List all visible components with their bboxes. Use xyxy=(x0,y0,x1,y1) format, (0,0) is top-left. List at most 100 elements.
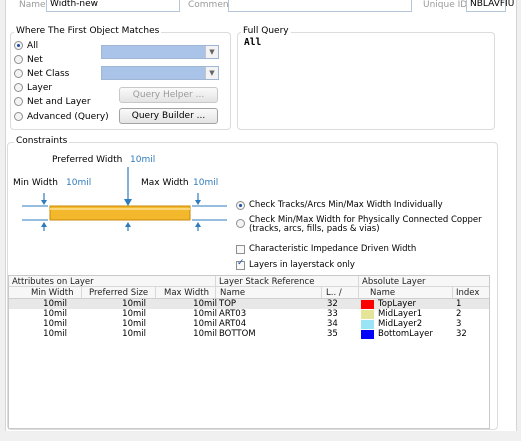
row-pref: 10mil xyxy=(122,299,146,309)
row-layer: 35 xyxy=(327,329,338,339)
net-combo[interactable]: ▼ xyxy=(101,45,219,59)
unique-id-label: Unique ID xyxy=(423,0,468,10)
row-min: 10mil xyxy=(43,329,67,339)
row-index: 2 xyxy=(456,309,462,319)
row-pref: 10mil xyxy=(122,329,146,339)
row-min: 10mil xyxy=(43,319,67,329)
group-divider-2 xyxy=(358,276,359,298)
row-abs-name: MidLayer2 xyxy=(378,319,423,329)
row-name: ART03 xyxy=(219,309,247,319)
check-connected-label: Check Min/Max Width for Physically Conne… xyxy=(249,216,482,234)
radio-all-label: All xyxy=(27,40,39,51)
group-absolute-header: Absolute Layer xyxy=(362,277,426,287)
col-absolute-name[interactable]: Name xyxy=(370,288,395,298)
radio-net-and-layer[interactable]: Net and Layer xyxy=(14,96,91,107)
radio-layer[interactable]: Layer xyxy=(14,82,52,93)
radio-net-and-layer-indicator[interactable] xyxy=(14,97,23,106)
match-group-title: Where The First Object Matches xyxy=(14,26,162,36)
row-min: 10mil xyxy=(43,309,67,319)
row-abs-name: BottomLayer xyxy=(378,329,433,339)
full-query-group xyxy=(237,32,495,130)
preferred-width-value[interactable]: 10mil xyxy=(130,155,155,165)
row-abs-name: TopLayer xyxy=(378,299,417,309)
unique-id-field[interactable]: NBLAVFIU xyxy=(466,0,514,12)
check-individually-option[interactable]: Check Tracks/Arcs Min/Max Width Individu… xyxy=(236,201,443,210)
impedance-checkbox[interactable] xyxy=(236,245,245,254)
table-row[interactable]: 10mil 10mil 10mil ART03 33 MidLayer1 2 xyxy=(9,309,489,319)
col-divider xyxy=(452,287,453,298)
layer-table: Attributes on Layer Layer Stack Referenc… xyxy=(8,275,490,429)
row-index: 1 xyxy=(456,299,462,309)
radio-layer-indicator[interactable] xyxy=(14,83,23,92)
col-max-width[interactable]: Max Width xyxy=(164,288,209,298)
stack-only-checkbox[interactable] xyxy=(236,259,245,270)
full-query-title: Full Query xyxy=(241,26,291,36)
row-max: 10mil xyxy=(193,319,217,329)
radio-net[interactable]: Net xyxy=(14,54,43,65)
table-row[interactable]: 10mil 10mil 10mil ART04 34 MidLayer2 3 xyxy=(9,319,489,329)
layer-color-swatch xyxy=(361,330,374,339)
radio-layer-label: Layer xyxy=(27,82,53,93)
radio-net-class-indicator[interactable] xyxy=(14,69,23,78)
row-max: 10mil xyxy=(193,309,217,319)
col-name[interactable]: Name xyxy=(220,288,245,298)
radio-net-indicator[interactable] xyxy=(14,55,23,64)
radio-net-and-layer-label: Net and Layer xyxy=(27,96,91,107)
row-abs-name: MidLayer1 xyxy=(378,309,423,319)
row-max: 10mil xyxy=(193,299,217,309)
col-layer-sort[interactable]: L.. / xyxy=(326,288,342,298)
chevron-down-icon[interactable]: ▼ xyxy=(205,67,218,79)
radio-advanced-query[interactable]: Advanced (Query) xyxy=(14,111,109,122)
name-label: Name xyxy=(19,0,46,10)
check-individually-radio[interactable] xyxy=(236,201,245,210)
query-helper-button[interactable]: Query Helper ... xyxy=(119,87,218,103)
track-width-diagram xyxy=(22,167,227,231)
constraints-title: Constraints xyxy=(14,136,70,146)
check-connected-option[interactable]: Check Min/Max Width for Physically Conne… xyxy=(236,216,482,234)
row-layer: 34 xyxy=(327,319,338,329)
name-field[interactable]: Width-new xyxy=(46,0,180,12)
check-connected-label-line2: (tracks, arcs, fills, pads & vias) xyxy=(249,224,380,234)
layer-color-swatch xyxy=(361,320,374,329)
layer-color-swatch xyxy=(361,300,374,309)
impedance-option[interactable]: Characteristic Impedance Driven Width xyxy=(236,245,416,254)
row-layer: 32 xyxy=(327,299,338,309)
radio-all-indicator[interactable] xyxy=(14,41,23,50)
col-min-width[interactable]: Min Width xyxy=(31,288,73,298)
table-row[interactable]: 10mil 10mil 10mil TOP 32 TopLayer 1 xyxy=(9,299,489,309)
radio-advanced-query-label: Advanced (Query) xyxy=(27,111,109,122)
comment-label: Comment xyxy=(188,0,233,10)
col-divider xyxy=(321,287,322,298)
col-divider xyxy=(81,287,82,298)
row-layer: 33 xyxy=(327,309,338,319)
net-class-combo[interactable]: ▼ xyxy=(101,66,219,80)
radio-net-class-label: Net Class xyxy=(27,68,70,79)
radio-all[interactable]: All xyxy=(14,40,38,51)
group-divider-1 xyxy=(215,276,216,298)
row-pref: 10mil xyxy=(122,309,146,319)
chevron-down-icon[interactable]: ▼ xyxy=(205,46,218,58)
table-row[interactable]: 10mil 10mil 10mil BOTTOM 35 BottomLayer … xyxy=(9,329,489,339)
col-index[interactable]: Index xyxy=(456,288,479,298)
preferred-width-label: Preferred Width xyxy=(52,155,123,165)
group-attributes-header: Attributes on Layer xyxy=(12,277,94,287)
col-preferred-size[interactable]: Preferred Size xyxy=(89,288,148,298)
row-name: ART04 xyxy=(219,319,247,329)
comment-field[interactable] xyxy=(228,0,412,12)
col-divider xyxy=(155,287,156,298)
row-index: 32 xyxy=(456,329,467,339)
stack-only-option[interactable]: Layers in layerstack only xyxy=(236,259,355,270)
row-max: 10mil xyxy=(193,329,217,339)
row-min: 10mil xyxy=(43,299,67,309)
radio-net-class[interactable]: Net Class xyxy=(14,68,69,79)
row-index: 3 xyxy=(456,319,462,329)
stack-only-label: Layers in layerstack only xyxy=(249,260,355,270)
row-name: BOTTOM xyxy=(219,329,256,339)
radio-net-label: Net xyxy=(27,54,43,65)
full-query-text[interactable]: All xyxy=(244,37,261,48)
check-connected-radio[interactable] xyxy=(236,219,245,228)
query-builder-button[interactable]: Query Builder ... xyxy=(119,108,218,124)
radio-advanced-query-indicator[interactable] xyxy=(14,112,23,121)
layer-color-swatch xyxy=(361,310,374,319)
row-pref: 10mil xyxy=(122,319,146,329)
